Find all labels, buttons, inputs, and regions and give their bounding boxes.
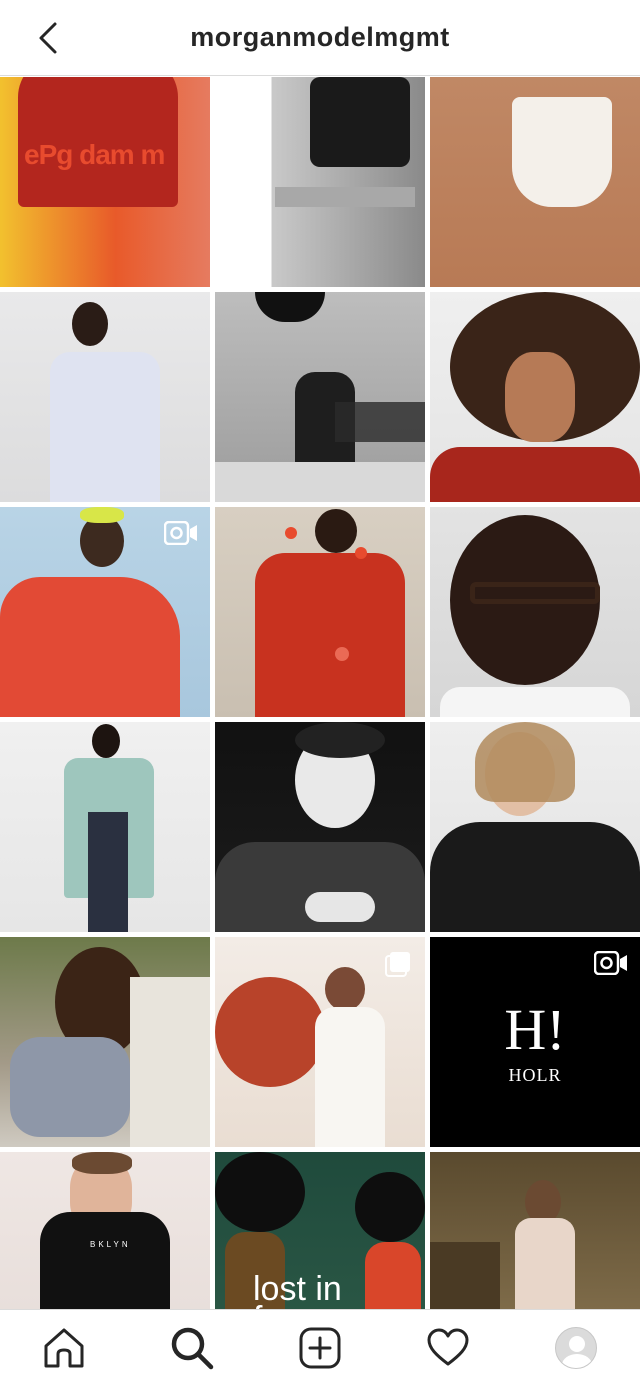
photo-subject [310, 77, 410, 167]
photo-bouquet [215, 977, 325, 1087]
post-thumbnail[interactable] [0, 937, 210, 1147]
video-icon [164, 521, 197, 545]
post-grid: ePg dam m H! HOLR BKLYN lost in [0, 77, 640, 1309]
post-thumbnail[interactable] [0, 722, 210, 932]
photo-rose [335, 647, 349, 661]
photo-afro [355, 1172, 425, 1242]
post-thumbnail[interactable] [215, 507, 425, 717]
photo-afro [215, 1152, 305, 1232]
heart-icon [427, 1328, 469, 1366]
nav-new-post[interactable] [288, 1316, 352, 1380]
photo-glasses [470, 582, 600, 604]
search-icon [171, 1327, 214, 1370]
brand-logo-mark: H! [504, 997, 566, 1062]
photo-hair [80, 507, 124, 523]
top-bar: morganmodelmgmt [0, 0, 640, 76]
photo-gown [315, 1007, 385, 1147]
photo-head [325, 967, 365, 1011]
shirt-print-text: BKLYN [90, 1240, 131, 1249]
bottom-navigation-bar [0, 1309, 640, 1386]
photo-balloon [255, 292, 325, 322]
photo-fireplace [430, 1242, 500, 1309]
post-thumbnail[interactable]: BKLYN [0, 1152, 210, 1309]
photo-subject [0, 577, 180, 717]
video-icon [594, 951, 627, 975]
photo-dress [10, 1037, 130, 1137]
nav-search[interactable] [160, 1316, 224, 1380]
post-thumbnail[interactable] [215, 722, 425, 932]
photo-hand [305, 892, 375, 922]
photo-hair [72, 1152, 132, 1174]
avatar-icon [555, 1327, 597, 1369]
photo-subject [255, 553, 405, 717]
chevron-left-icon [39, 22, 57, 54]
nav-home[interactable] [32, 1316, 96, 1380]
photo-rose [355, 547, 367, 559]
post-thumbnail[interactable] [215, 292, 425, 502]
home-icon [44, 1328, 84, 1368]
post-thumbnail[interactable]: lost in fro [215, 1152, 425, 1309]
photo-blazer [430, 822, 640, 932]
photo-collar [440, 687, 630, 717]
post-overlay-text: ePg dam m [24, 139, 165, 170]
photo-face [505, 352, 575, 442]
post-thumbnail[interactable] [215, 937, 425, 1147]
post-thumbnail[interactable] [0, 507, 210, 717]
multiple-posts-icon [385, 952, 410, 977]
photo-head [72, 302, 108, 346]
photo-rose [285, 527, 297, 539]
photo-sweater [430, 447, 640, 502]
photo-ground [275, 187, 415, 207]
photo-jeans [88, 812, 128, 932]
nav-activity[interactable] [416, 1316, 480, 1380]
photo-floor [215, 462, 425, 502]
post-thumbnail[interactable] [430, 722, 640, 932]
nav-profile[interactable] [544, 1316, 608, 1380]
photo-tshirt [40, 1212, 170, 1309]
back-button[interactable] [30, 20, 66, 56]
photo-gown [515, 1218, 575, 1309]
photo-subject [50, 352, 160, 502]
post-thumbnail[interactable] [430, 1152, 640, 1309]
photo-head [315, 509, 357, 553]
photo-subject [512, 97, 612, 207]
post-thumbnail[interactable] [430, 77, 640, 287]
photo-hair [475, 722, 575, 802]
add-post-icon [299, 1327, 341, 1369]
page-title: morganmodelmgmt [190, 22, 450, 52]
post-thumbnail[interactable] [430, 507, 640, 717]
photo-wall [130, 977, 210, 1147]
photo-head [92, 724, 120, 758]
brand-logo-text: HOLR [508, 1065, 562, 1085]
post-thumbnail[interactable] [0, 292, 210, 502]
post-thumbnail[interactable]: H! HOLR [430, 937, 640, 1147]
photo-hair [295, 722, 385, 758]
photo-subject [365, 1242, 421, 1309]
photo-fabric [335, 402, 425, 442]
post-thumbnail[interactable] [215, 77, 425, 287]
post-thumbnail[interactable]: ePg dam m [0, 77, 210, 287]
post-thumbnail[interactable] [430, 292, 640, 502]
